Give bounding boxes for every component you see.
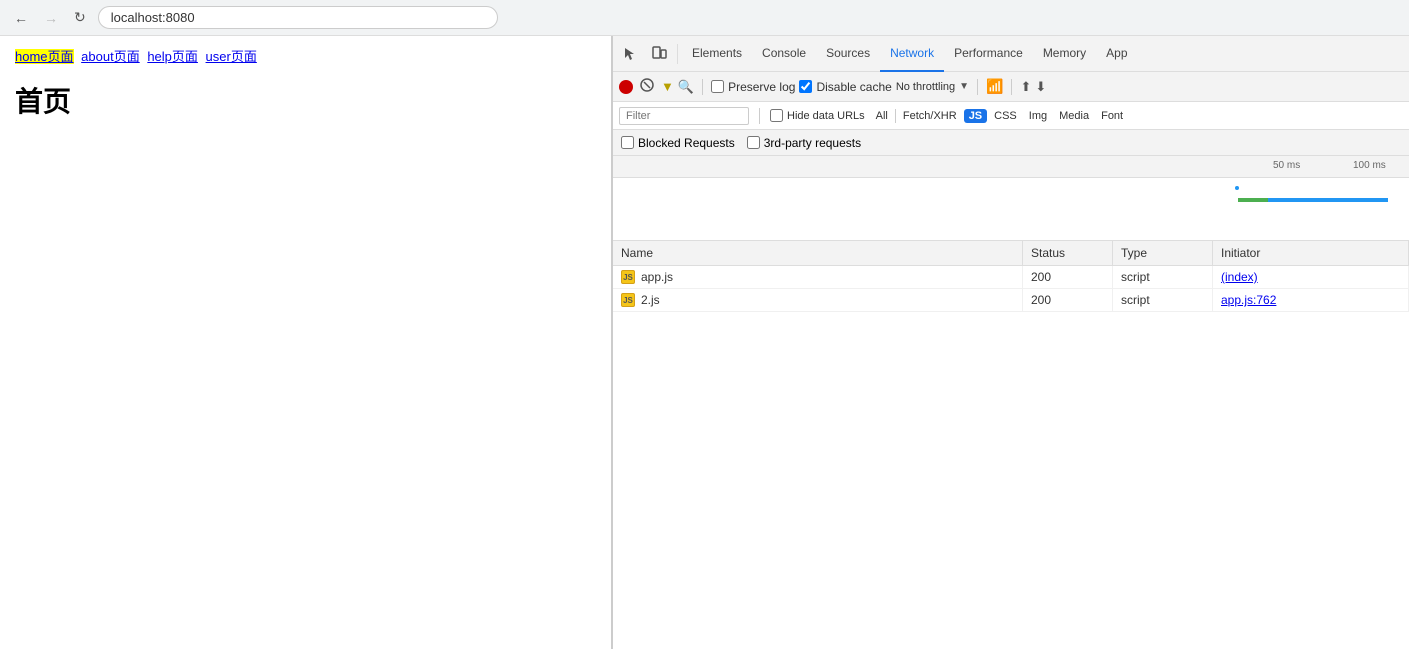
hide-data-urls-label[interactable]: Hide data URLs bbox=[770, 109, 865, 122]
blocked-requests-label[interactable]: Blocked Requests bbox=[621, 136, 735, 150]
clear-icon bbox=[640, 78, 654, 92]
toolbar-divider bbox=[702, 79, 703, 95]
filter-input[interactable] bbox=[619, 107, 749, 125]
filter-js[interactable]: JS bbox=[964, 109, 987, 123]
address-bar[interactable]: localhost:8080 bbox=[98, 6, 498, 29]
filename-appjs: app.js bbox=[641, 270, 673, 284]
th-type[interactable]: Type bbox=[1113, 241, 1213, 265]
inspector-icon-btn[interactable] bbox=[617, 42, 645, 66]
refresh-button[interactable]: ↻ bbox=[70, 7, 90, 28]
disable-cache-checkbox[interactable] bbox=[799, 80, 812, 93]
devtools-tabs: Elements Console Sources Network Perform… bbox=[613, 36, 1409, 72]
nav-link-home[interactable]: home页面 bbox=[15, 49, 74, 64]
cursor-icon bbox=[623, 46, 639, 62]
record-button[interactable] bbox=[619, 80, 633, 94]
clear-button[interactable] bbox=[637, 77, 657, 96]
preserve-log-checkbox[interactable] bbox=[711, 80, 724, 93]
td-initiator-2js: app.js:762 bbox=[1213, 289, 1409, 311]
timeline-area: 50 ms 100 ms 150 ms 200 ms 250 ms 300 ms bbox=[613, 156, 1409, 241]
blocked-requests-checkbox[interactable] bbox=[621, 136, 634, 149]
main-layout: home页面 about页面 help页面 user页面 首页 Elements bbox=[0, 36, 1409, 649]
webpage-area: home页面 about页面 help页面 user页面 首页 bbox=[0, 36, 612, 649]
nav-link-about[interactable]: about页面 bbox=[81, 49, 140, 64]
third-party-text: 3rd-party requests bbox=[764, 136, 861, 150]
tab-console[interactable]: Console bbox=[752, 36, 816, 72]
third-party-checkbox[interactable] bbox=[747, 136, 760, 149]
td-name-appjs: JS app.js bbox=[613, 266, 1023, 288]
th-name[interactable]: Name bbox=[613, 241, 1023, 265]
th-initiator[interactable]: Initiator bbox=[1213, 241, 1409, 265]
js-file-icon-2: JS bbox=[621, 293, 635, 307]
tab-memory[interactable]: Memory bbox=[1033, 36, 1096, 72]
hide-data-urls-text: Hide data URLs bbox=[787, 110, 865, 122]
initiator-link-appjs[interactable]: (index) bbox=[1221, 270, 1258, 284]
filter-bar: Hide data URLs All Fetch/XHR JS CSS Img … bbox=[613, 102, 1409, 130]
nav-link-user[interactable]: user页面 bbox=[206, 49, 257, 64]
filename-2js: 2.js bbox=[641, 293, 660, 307]
back-button[interactable]: ← bbox=[10, 8, 32, 28]
td-initiator-appjs: (index) bbox=[1213, 266, 1409, 288]
network-toolbar: ▼ 🔍 Preserve log Disable cache No thrott… bbox=[613, 72, 1409, 102]
throttle-arrow-icon: ▼ bbox=[959, 81, 969, 92]
filter-divider bbox=[759, 108, 760, 124]
network-table: Name Status Type Initiator JS app.js 200… bbox=[613, 241, 1409, 649]
blocked-row: Blocked Requests 3rd-party requests bbox=[613, 130, 1409, 156]
filter-img[interactable]: Img bbox=[1024, 109, 1052, 123]
tab-elements[interactable]: Elements bbox=[682, 36, 752, 72]
tab-sources[interactable]: Sources bbox=[816, 36, 880, 72]
device-toolbar-icon-btn[interactable] bbox=[645, 42, 673, 66]
webpage-heading: 首页 bbox=[15, 80, 596, 120]
green-bar bbox=[1238, 198, 1268, 202]
blue-bar bbox=[1268, 198, 1388, 202]
preserve-log-label[interactable]: Preserve log bbox=[711, 80, 795, 94]
td-type-appjs: script bbox=[1113, 266, 1213, 288]
tab-separator bbox=[677, 44, 678, 64]
js-file-icon: JS bbox=[621, 270, 635, 284]
disable-cache-text: Disable cache bbox=[816, 80, 891, 94]
filter-fetch-xhr[interactable]: Fetch/XHR bbox=[898, 109, 962, 123]
nav-link-help[interactable]: help页面 bbox=[147, 49, 198, 64]
tab-performance[interactable]: Performance bbox=[944, 36, 1033, 72]
filter-divider-2 bbox=[895, 109, 896, 123]
third-party-label[interactable]: 3rd-party requests bbox=[747, 136, 861, 150]
search-icon: 🔍 bbox=[678, 79, 694, 95]
forward-button[interactable]: → bbox=[40, 8, 62, 28]
filter-font[interactable]: Font bbox=[1096, 109, 1128, 123]
table-row[interactable]: JS app.js 200 script (index) bbox=[613, 266, 1409, 289]
initiator-link-2js[interactable]: app.js:762 bbox=[1221, 293, 1276, 307]
throttle-dropdown[interactable]: No throttling bbox=[896, 81, 955, 93]
hide-data-urls-checkbox[interactable] bbox=[770, 109, 783, 122]
tab-network[interactable]: Network bbox=[880, 36, 944, 72]
dot-blue-1 bbox=[1235, 186, 1239, 190]
devtools-panel: Elements Console Sources Network Perform… bbox=[612, 36, 1409, 649]
tick-100ms: 100 ms bbox=[1353, 160, 1386, 171]
tick-50ms: 50 ms bbox=[1273, 160, 1300, 171]
upload-icon[interactable]: ⬆ bbox=[1020, 79, 1031, 95]
td-name-2js: JS 2.js bbox=[613, 289, 1023, 311]
filter-types: All Fetch/XHR JS CSS Img Media Font bbox=[871, 109, 1128, 123]
th-status[interactable]: Status bbox=[1023, 241, 1113, 265]
preserve-log-text: Preserve log bbox=[728, 80, 795, 94]
device-icon bbox=[651, 46, 667, 62]
blocked-requests-text: Blocked Requests bbox=[638, 136, 735, 150]
wifi-icon: 📶 bbox=[986, 78, 1003, 95]
td-status-2js: 200 bbox=[1023, 289, 1113, 311]
filter-icon: ▼ bbox=[661, 79, 674, 94]
tab-app[interactable]: App bbox=[1096, 36, 1137, 72]
filter-css[interactable]: CSS bbox=[989, 109, 1022, 123]
webpage-nav: home页面 about页面 help页面 user页面 bbox=[15, 46, 596, 65]
filter-media[interactable]: Media bbox=[1054, 109, 1094, 123]
filter-all[interactable]: All bbox=[871, 109, 893, 123]
download-icon[interactable]: ⬇ bbox=[1035, 79, 1046, 95]
table-header: Name Status Type Initiator bbox=[613, 241, 1409, 266]
td-status-appjs: 200 bbox=[1023, 266, 1113, 288]
browser-chrome: ← → ↻ localhost:8080 bbox=[0, 0, 1409, 36]
disable-cache-label[interactable]: Disable cache bbox=[799, 80, 891, 94]
table-row[interactable]: JS 2.js 200 script app.js:762 bbox=[613, 289, 1409, 312]
td-type-2js: script bbox=[1113, 289, 1213, 311]
toolbar-divider-3 bbox=[1011, 79, 1012, 95]
toolbar-divider-2 bbox=[977, 79, 978, 95]
timeline-chart bbox=[613, 178, 1409, 241]
